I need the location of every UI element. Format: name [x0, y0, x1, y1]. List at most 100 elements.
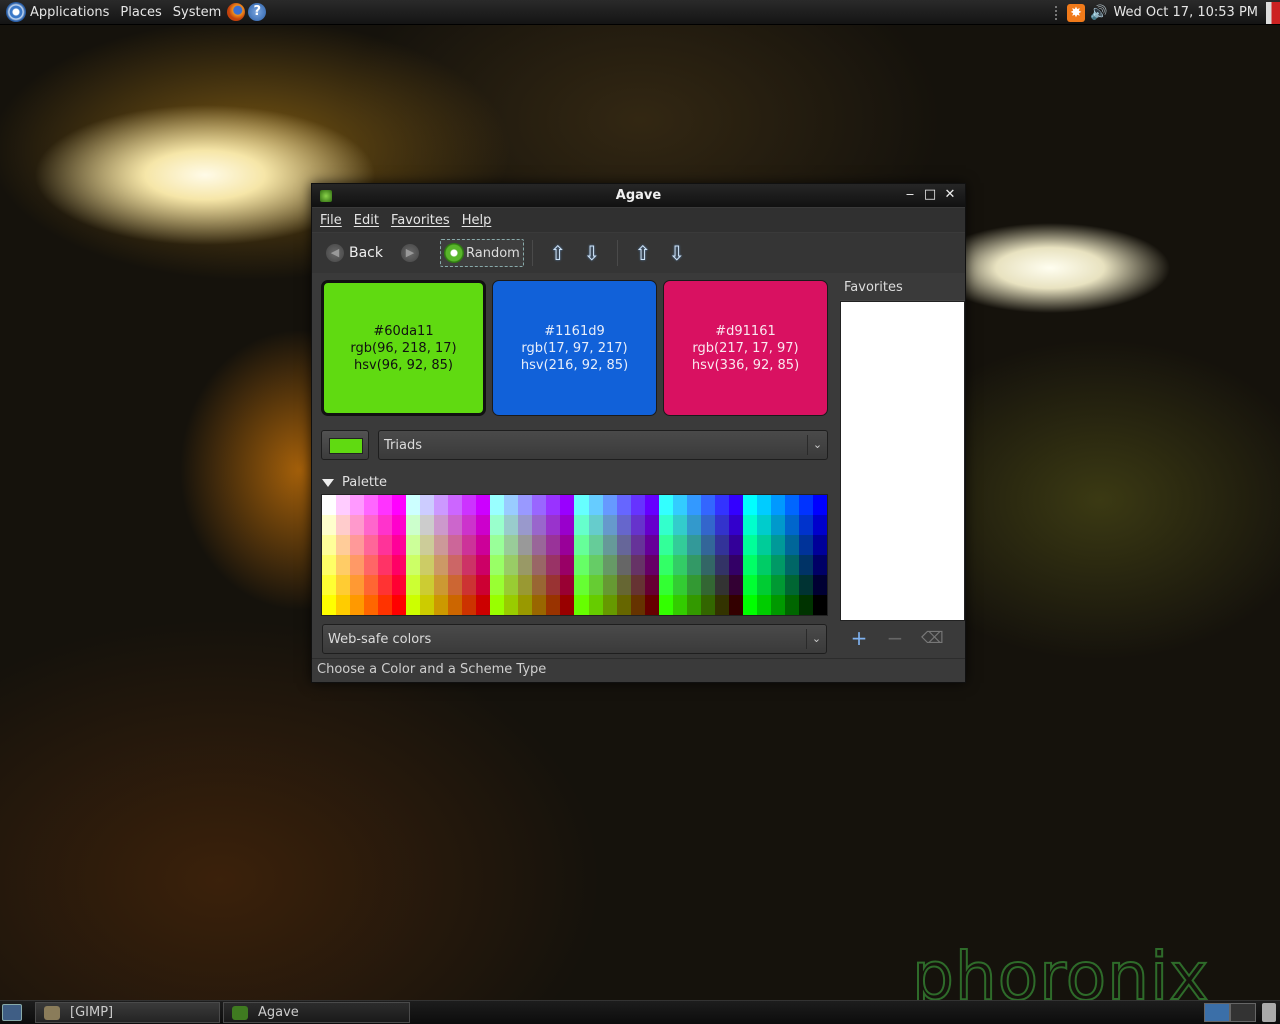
palette-cell[interactable] [686, 515, 701, 535]
palette-cell[interactable] [700, 555, 715, 575]
palette-cell[interactable] [462, 515, 477, 535]
palette-cell[interactable] [812, 535, 827, 555]
palette-select[interactable]: Web-safe colors ⌄ [322, 624, 827, 654]
palette-cell[interactable] [756, 515, 771, 535]
palette-cell[interactable] [462, 595, 477, 615]
swatch-3[interactable]: #d91161 rgb(217, 17, 97) hsv(336, 92, 85… [663, 280, 828, 416]
palette-cell[interactable] [490, 515, 505, 535]
saturate-up-icon[interactable]: ⇧ [632, 241, 654, 265]
back-button[interactable]: ◀ Back [322, 239, 397, 267]
minimize-icon[interactable]: ‒ [900, 186, 920, 204]
swatch-2[interactable]: #1161d9 rgb(17, 97, 217) hsv(216, 92, 85… [492, 280, 657, 416]
palette-cell[interactable] [546, 495, 561, 515]
palette-cell[interactable] [392, 535, 407, 555]
palette-cell[interactable] [756, 535, 771, 555]
palette-cell[interactable] [434, 555, 449, 575]
menu-favorites[interactable]: Favorites [391, 213, 450, 228]
palette-cell[interactable] [644, 495, 659, 515]
palette-cell[interactable] [602, 535, 617, 555]
palette-cell[interactable] [574, 495, 589, 515]
palette-cell[interactable] [532, 595, 547, 615]
logout-icon[interactable] [1266, 1, 1280, 24]
places-menu[interactable]: Places [120, 5, 161, 20]
palette-cell[interactable] [588, 575, 603, 595]
palette-cell[interactable] [770, 555, 785, 575]
palette-cell[interactable] [476, 535, 491, 555]
palette-cell[interactable] [644, 535, 659, 555]
palette-cell[interactable] [434, 595, 449, 615]
palette-cell[interactable] [434, 495, 449, 515]
agave-app-icon[interactable] [320, 190, 332, 202]
palette-cell[interactable] [644, 595, 659, 615]
clock[interactable]: Wed Oct 17, 10:53 PM [1113, 5, 1258, 20]
palette-cell[interactable] [714, 515, 729, 535]
palette-cell[interactable] [392, 495, 407, 515]
palette-cell[interactable] [714, 535, 729, 555]
palette-cell[interactable] [714, 595, 729, 615]
palette-cell[interactable] [504, 535, 519, 555]
palette-cell[interactable] [350, 515, 365, 535]
palette-cell[interactable] [728, 495, 743, 515]
palette-cell[interactable] [336, 575, 351, 595]
palette-cell[interactable] [588, 495, 603, 515]
palette-cell[interactable] [350, 555, 365, 575]
palette-cell[interactable] [532, 495, 547, 515]
palette-cell[interactable] [462, 535, 477, 555]
palette-cell[interactable] [504, 495, 519, 515]
palette-cell[interactable] [672, 495, 687, 515]
palette-cell[interactable] [756, 595, 771, 615]
palette-cell[interactable] [672, 515, 687, 535]
menu-help[interactable]: Help [462, 213, 492, 228]
palette-cell[interactable] [420, 555, 435, 575]
palette-cell[interactable] [756, 555, 771, 575]
palette-cell[interactable] [504, 575, 519, 595]
palette-cell[interactable] [448, 575, 463, 595]
palette-cell[interactable] [700, 495, 715, 515]
palette-cell[interactable] [672, 535, 687, 555]
palette-cell[interactable] [602, 595, 617, 615]
palette-cell[interactable] [714, 555, 729, 575]
palette-cell[interactable] [602, 575, 617, 595]
palette-cell[interactable] [322, 595, 337, 615]
palette-cell[interactable] [602, 495, 617, 515]
palette-cell[interactable] [574, 595, 589, 615]
palette-cell[interactable] [392, 595, 407, 615]
palette-cell[interactable] [798, 535, 813, 555]
palette-cell[interactable] [728, 535, 743, 555]
palette-cell[interactable] [686, 575, 701, 595]
palette-cell[interactable] [448, 555, 463, 575]
scheme-type-select[interactable]: Triads ⌄ [378, 430, 828, 460]
palette-cell[interactable] [518, 495, 533, 515]
palette-cell[interactable] [560, 515, 575, 535]
palette-cell[interactable] [784, 595, 799, 615]
palette-cell[interactable] [476, 555, 491, 575]
palette-cell[interactable] [714, 575, 729, 595]
color-picker-button[interactable] [321, 430, 369, 460]
add-favorite-icon[interactable]: + [849, 628, 869, 648]
palette-cell[interactable] [812, 575, 827, 595]
task-agave[interactable]: Agave [223, 1002, 410, 1023]
palette-cell[interactable] [574, 535, 589, 555]
palette-cell[interactable] [518, 515, 533, 535]
palette-cell[interactable] [560, 575, 575, 595]
palette-cell[interactable] [812, 595, 827, 615]
volume-icon[interactable]: 🔊 [1090, 5, 1107, 21]
palette-cell[interactable] [336, 515, 351, 535]
palette-cell[interactable] [812, 515, 827, 535]
palette-cell[interactable] [588, 535, 603, 555]
palette-cell[interactable] [378, 555, 393, 575]
palette-grid[interactable] [321, 494, 828, 616]
palette-cell[interactable] [616, 535, 631, 555]
palette-cell[interactable] [672, 575, 687, 595]
system-menu[interactable]: System [173, 5, 221, 20]
palette-cell[interactable] [630, 555, 645, 575]
palette-cell[interactable] [770, 515, 785, 535]
palette-cell[interactable] [420, 535, 435, 555]
palette-cell[interactable] [392, 555, 407, 575]
palette-cell[interactable] [742, 555, 757, 575]
palette-cell[interactable] [742, 515, 757, 535]
palette-cell[interactable] [812, 555, 827, 575]
palette-cell[interactable] [742, 495, 757, 515]
palette-cell[interactable] [560, 555, 575, 575]
palette-cell[interactable] [322, 575, 337, 595]
